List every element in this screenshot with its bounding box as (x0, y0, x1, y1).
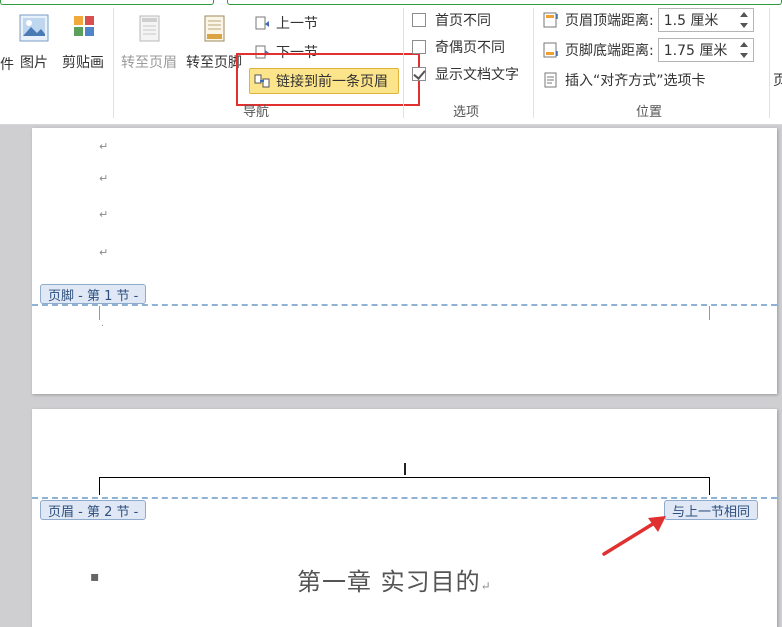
same-as-previous-tab: 与上一节相同 (664, 500, 759, 520)
header-top-distance-value[interactable]: 1.5 厘米 (664, 10, 719, 30)
ribbon-tab-edge (0, 0, 782, 6)
header-top-distance-spinner[interactable]: 1.5 厘米 (657, 8, 754, 32)
clipart-icon (67, 12, 99, 46)
header-left-edge (99, 477, 100, 495)
ribbon: 件 图片 剪贴画 转至页眉 转至页脚 上一节 下一节 链接到前一条页眉 导航 首… (0, 0, 782, 125)
bullet-mark: ▪ (90, 569, 100, 585)
footer-position-icon (543, 42, 559, 58)
footer-boundary-line (32, 304, 777, 306)
alignment-tab-icon (543, 72, 559, 88)
footer-bottom-distance-spinner[interactable]: 1.75 厘米 (657, 38, 754, 62)
paragraph-mark: ↵ (99, 246, 109, 259)
clipart-button[interactable]: 剪贴画 (62, 12, 104, 72)
paragraph-mark: ↵ (99, 208, 109, 221)
footer-bottom-distance-label: 页脚底端距离: (565, 43, 654, 59)
picture-button[interactable]: 图片 (18, 12, 50, 72)
header-right-edge (709, 477, 710, 495)
insert-alignment-tab-button[interactable]: 插入“对齐方式”选项卡 (543, 68, 706, 92)
first-page-different-checkbox[interactable] (412, 13, 426, 27)
header-section-2-label: 页眉 - 第 2 节 - (48, 504, 139, 520)
page-1: ↵ ↵ ↵ ↵ 页脚 - 第 1 节 - . (32, 128, 777, 394)
annotation-red-box (236, 53, 420, 106)
first-page-different-option[interactable]: 首页不同 (412, 8, 491, 32)
goto-header-icon (133, 12, 165, 46)
footer-corner-mark (99, 306, 100, 320)
prev-section-button[interactable]: 上一节 (254, 11, 318, 35)
header-underline (99, 477, 710, 478)
footer-corner-mark (709, 306, 710, 320)
text-cursor (404, 463, 406, 475)
position-group-label: 位置 (636, 105, 663, 120)
first-page-different-label: 首页不同 (435, 13, 491, 29)
footer-bottom-distance-row: 页脚底端距离: 1.75 厘米 (543, 38, 754, 62)
spinner-arrows-icon[interactable] (739, 42, 748, 58)
header-top-distance-row: 页眉顶端距离: 1.5 厘米 (543, 8, 754, 32)
prev-section-icon (254, 15, 270, 31)
paragraph-mark: ↵ (480, 579, 492, 593)
prev-section-label: 上一节 (276, 16, 318, 32)
paragraph-mark: ↵ (99, 172, 109, 185)
footer-section-1-label: 页脚 - 第 1 节 - (48, 288, 139, 304)
annotation-red-arrow-icon (602, 516, 666, 556)
footer-paragraph-mark[interactable]: . (101, 319, 104, 329)
chapter-title[interactable]: 第一章 实习目的↵ (297, 562, 492, 597)
show-document-text-checkbox[interactable] (412, 67, 426, 81)
options-group-label: 选项 (453, 105, 480, 120)
header-boundary-line (32, 497, 777, 499)
goto-footer-button[interactable]: 转至页脚 (186, 12, 242, 72)
show-document-text-option[interactable]: 显示文档文字 (412, 62, 519, 86)
insert-alignment-tab-label: 插入“对齐方式”选项卡 (565, 73, 706, 89)
goto-footer-icon (198, 12, 230, 46)
odd-even-different-option[interactable]: 奇偶页不同 (412, 35, 505, 59)
odd-even-different-label: 奇偶页不同 (435, 40, 505, 56)
picture-label: 图片 (20, 55, 48, 71)
goto-footer-label: 转至页脚 (186, 55, 242, 71)
header-section-2-tab: 页眉 - 第 2 节 - (40, 500, 147, 520)
cut-off-right-button-label[interactable]: 页 (773, 68, 782, 92)
same-as-previous-label: 与上一节相同 (672, 504, 751, 520)
footer-bottom-distance-value[interactable]: 1.75 厘米 (664, 40, 728, 60)
header-top-distance-label: 页眉顶端距离: (565, 13, 654, 29)
clipart-label: 剪贴画 (62, 55, 104, 71)
header-position-icon (543, 12, 559, 28)
cut-off-button-label[interactable]: 件 (0, 52, 14, 76)
goto-header-button[interactable]: 转至页眉 (121, 12, 177, 72)
show-document-text-label: 显示文档文字 (435, 67, 519, 83)
odd-even-different-checkbox[interactable] (412, 40, 426, 54)
goto-header-label: 转至页眉 (121, 55, 177, 71)
chapter-title-text[interactable]: 第一章 实习目的 (297, 568, 481, 596)
nav-group-label: 导航 (243, 105, 270, 120)
footer-section-1-tab: 页脚 - 第 1 节 - (40, 284, 147, 304)
paragraph-mark: ↵ (99, 140, 109, 153)
spinner-arrows-icon[interactable] (739, 12, 748, 28)
picture-icon (18, 12, 50, 46)
